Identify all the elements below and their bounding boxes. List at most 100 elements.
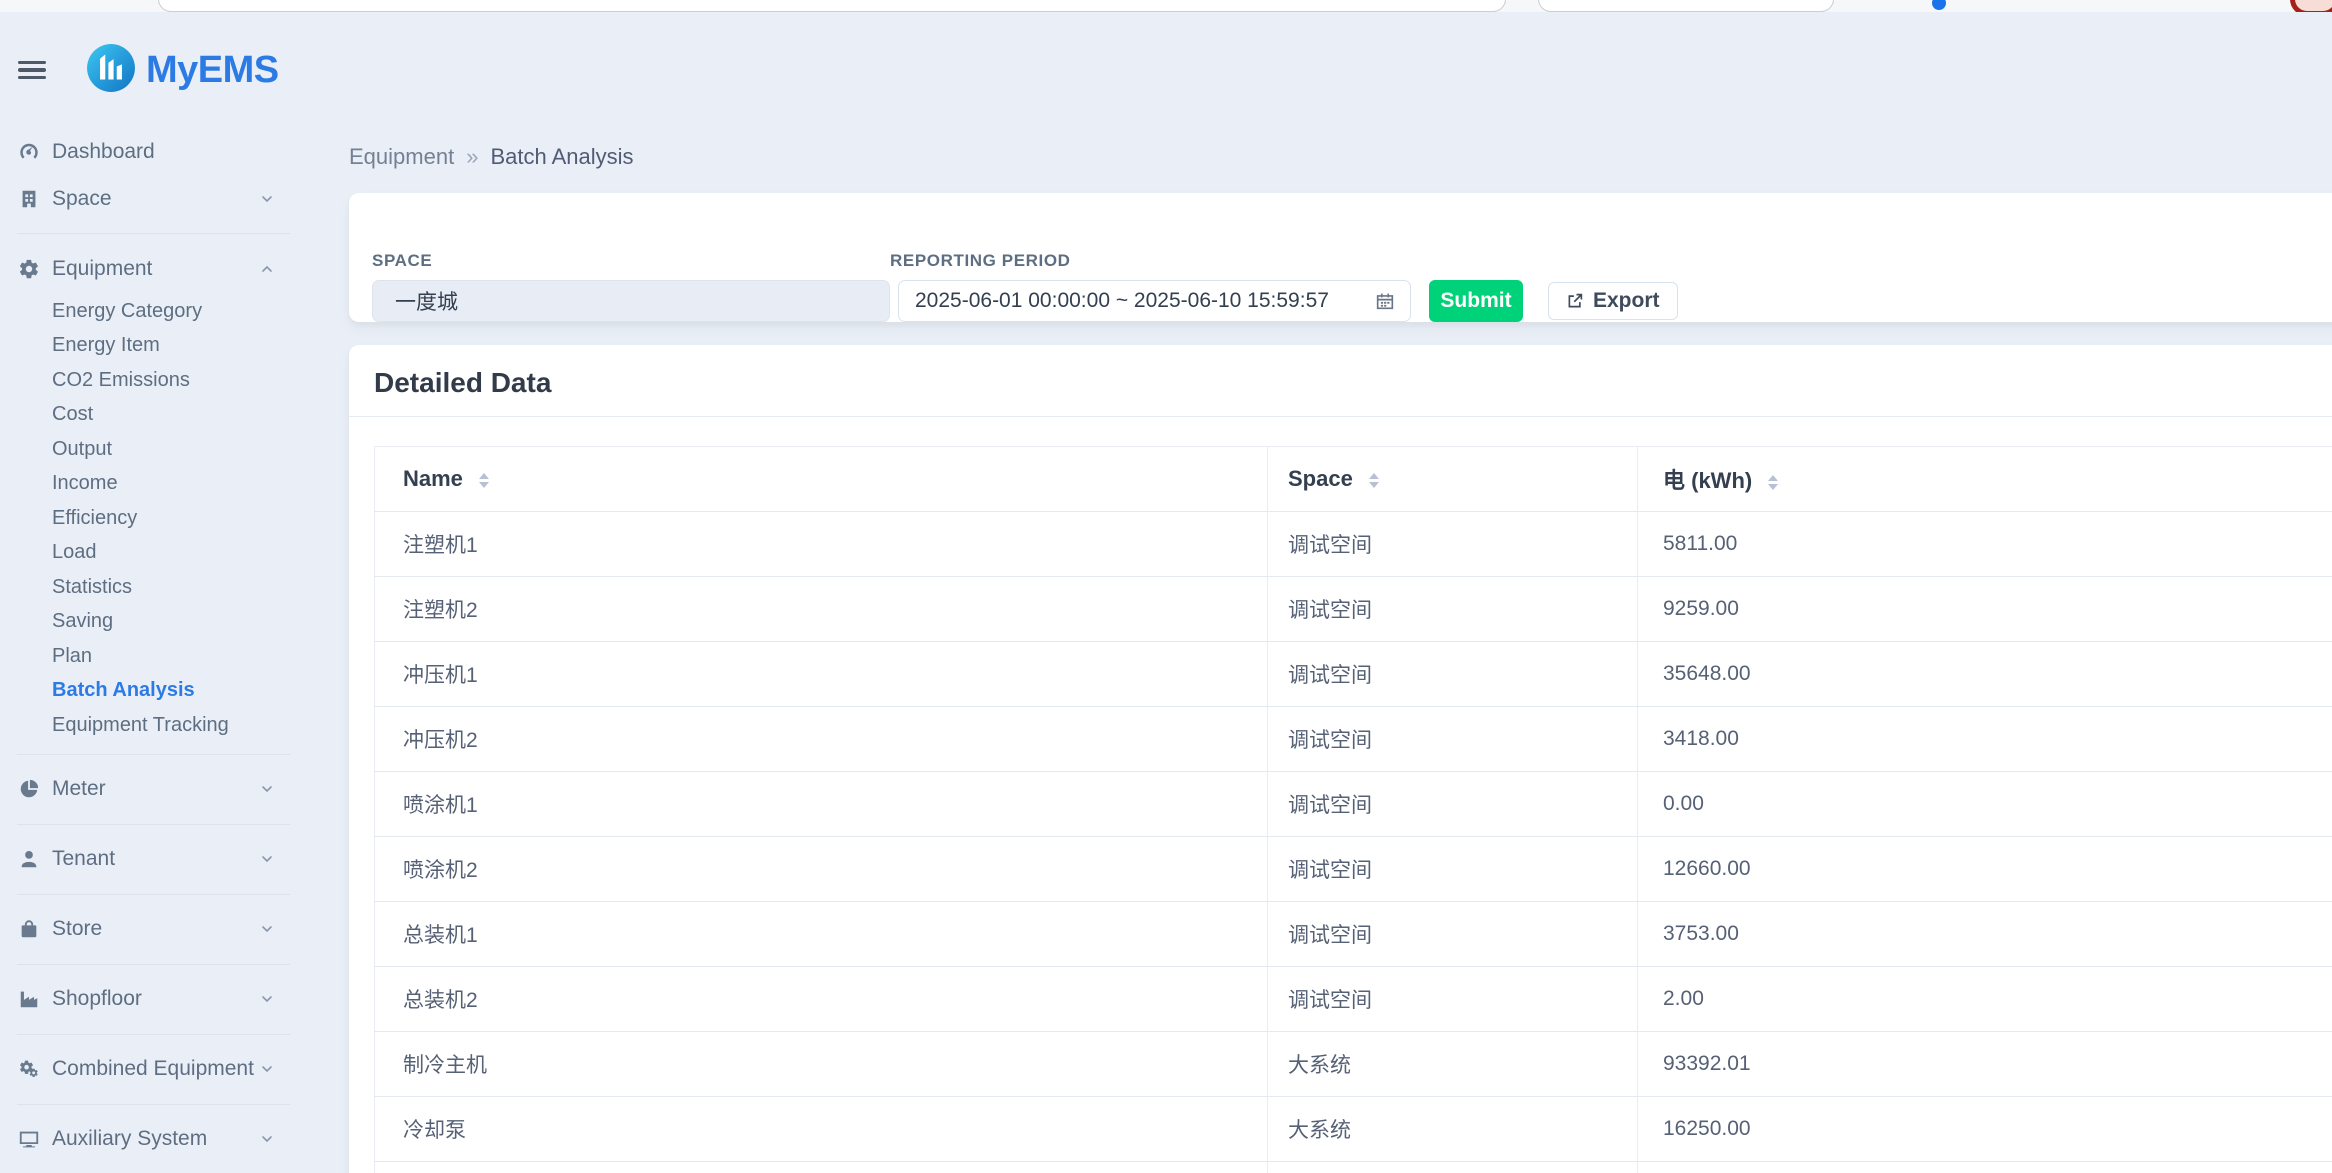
export-button[interactable]: Export — [1548, 282, 1678, 320]
cell-name: 总装机2 — [375, 967, 1268, 1032]
gears-icon — [18, 1058, 40, 1080]
sidebar-item-store[interactable]: Store — [0, 906, 300, 953]
export-icon — [1566, 292, 1584, 310]
table-row: 冲压机1 调试空间 35648.00 — [375, 642, 2332, 707]
sidebar-item-label: Space — [52, 187, 112, 211]
sidebar-item-space[interactable]: Space — [0, 175, 300, 222]
pie-chart-icon — [18, 778, 40, 800]
space-selector-value: 一度城 — [395, 286, 458, 316]
cell-kwh: 9259.00 — [1638, 577, 2332, 642]
chevron-down-icon — [259, 1131, 275, 1147]
submit-button[interactable]: Submit — [1429, 280, 1523, 322]
sidebar-divider — [17, 233, 290, 234]
cell-space: 大系统 — [1268, 1097, 1638, 1162]
sidebar-subitem-statistics[interactable]: Statistics — [0, 570, 300, 605]
sidebar-subitem-cost[interactable]: Cost — [0, 398, 300, 433]
sidebar-item-label: Combined Equipment — [52, 1057, 254, 1081]
column-header-name[interactable]: Name — [375, 447, 1268, 512]
chevron-down-icon — [259, 781, 275, 797]
brand-name: MyEMS — [146, 49, 279, 92]
hamburger-menu-button[interactable] — [18, 61, 46, 79]
table-row: 冷却泵 大系统 16250.00 — [375, 1097, 2332, 1162]
cell-kwh: 35648.00 — [1638, 642, 2332, 707]
sidebar-subitem-efficiency[interactable]: Efficiency — [0, 501, 300, 536]
sidebar-subitem-load[interactable]: Load — [0, 536, 300, 571]
cell-name: 喷涂机2 — [375, 837, 1268, 902]
breadcrumb-separator: » — [466, 144, 478, 170]
reporting-period-label: REPORTING PERIOD — [890, 251, 1411, 271]
sidebar-item-label: Tenant — [52, 847, 115, 871]
cell-kwh: 3753.00 — [1638, 902, 2332, 967]
table-row: 总装机2 调试空间 2.00 — [375, 967, 2332, 1032]
sidebar-divider — [17, 824, 290, 825]
sidebar-item-label: Auxiliary System — [52, 1127, 207, 1151]
sidebar-item-label: Equipment — [52, 257, 152, 281]
space-selector[interactable]: 一度城 — [372, 280, 890, 322]
browser-extension-icon[interactable] — [1932, 0, 1946, 10]
chevron-down-icon — [259, 851, 275, 867]
cell-space: 调试空间 — [1268, 642, 1638, 707]
sidebar-item-meter[interactable]: Meter — [0, 766, 300, 813]
sidebar-subitem-batch-analysis[interactable]: Batch Analysis — [0, 674, 300, 709]
breadcrumb-current: Batch Analysis — [490, 144, 633, 170]
chevron-down-icon — [259, 921, 275, 937]
query-panel: SPACE 一度城 REPORTING PERIOD 2025-06-01 00… — [349, 193, 2332, 322]
table-row: 注塑机2 调试空间 9259.00 — [375, 577, 2332, 642]
column-header-space[interactable]: Space — [1268, 447, 1638, 512]
sidebar-subitem-income[interactable]: Income — [0, 467, 300, 502]
sidebar-subitem-energy-item[interactable]: Energy Item — [0, 329, 300, 364]
cell-name: 冷却泵 — [375, 1097, 1268, 1162]
space-label: SPACE — [372, 251, 890, 271]
main-content: Equipment » Batch Analysis SPACE 一度城 REP… — [300, 12, 2332, 1173]
browser-search-box[interactable] — [1538, 0, 1834, 12]
sidebar-nav: Dashboard Space Equipment Energy Categor… — [0, 128, 300, 1173]
cell-kwh: 5811.00 — [1638, 512, 2332, 577]
sidebar-item-tenant[interactable]: Tenant — [0, 836, 300, 883]
sidebar-subitem-co2-emissions[interactable]: CO2 Emissions — [0, 363, 300, 398]
sidebar-item-label: Dashboard — [52, 140, 155, 164]
table-row: 冲压机2 调试空间 3418.00 — [375, 707, 2332, 772]
cell-kwh — [1638, 1162, 2332, 1173]
recording-indicator-icon — [2290, 0, 2332, 12]
sidebar-item-auxiliary-system[interactable]: Auxiliary System — [0, 1116, 300, 1163]
cell-name — [375, 1162, 1268, 1173]
cell-space: 调试空间 — [1268, 707, 1638, 772]
sidebar-header: MyEMS — [0, 40, 300, 100]
sidebar-subitem-energy-category[interactable]: Energy Category — [0, 294, 300, 329]
gauge-icon — [18, 141, 40, 163]
sidebar-divider — [17, 1104, 290, 1105]
cell-name: 总装机1 — [375, 902, 1268, 967]
detailed-data-title: Detailed Data — [374, 367, 2332, 399]
brand-logo[interactable]: MyEMS — [86, 43, 279, 98]
reporting-period-input[interactable]: 2025-06-01 00:00:00 ~ 2025-06-10 15:59:5… — [898, 280, 1411, 322]
cell-space: 调试空间 — [1268, 577, 1638, 642]
export-button-label: Export — [1593, 289, 1660, 313]
breadcrumb-equipment[interactable]: Equipment — [349, 144, 454, 170]
sidebar-divider — [17, 1034, 290, 1035]
sidebar-subitem-equipment-tracking[interactable]: Equipment Tracking — [0, 708, 300, 743]
table-row: 总装机1 调试空间 3753.00 — [375, 902, 2332, 967]
table-row — [375, 1162, 2332, 1173]
sidebar-item-equipment[interactable]: Equipment — [0, 245, 300, 292]
shopping-bag-icon — [18, 918, 40, 940]
reporting-period-form-group: REPORTING PERIOD 2025-06-01 00:00:00 ~ 2… — [890, 251, 1411, 322]
cell-kwh: 16250.00 — [1638, 1097, 2332, 1162]
sidebar-subitem-plan[interactable]: Plan — [0, 639, 300, 674]
chevron-down-icon — [259, 191, 275, 207]
space-form-group: SPACE 一度城 — [372, 251, 890, 322]
column-header-electricity-kwh[interactable]: 电 (kWh) — [1638, 447, 2332, 512]
equipment-submenu: Energy Category Energy Item CO2 Emission… — [0, 294, 300, 743]
sidebar-subitem-output[interactable]: Output — [0, 432, 300, 467]
cell-space: 调试空间 — [1268, 772, 1638, 837]
browser-address-bar[interactable] — [158, 0, 1506, 12]
reporting-period-value: 2025-06-01 00:00:00 ~ 2025-06-10 15:59:5… — [915, 289, 1329, 313]
sidebar-subitem-saving[interactable]: Saving — [0, 605, 300, 640]
sidebar-item-shopfloor[interactable]: Shopfloor — [0, 976, 300, 1023]
sidebar-item-combined-equipment[interactable]: Combined Equipment — [0, 1046, 300, 1093]
cell-kwh: 3418.00 — [1638, 707, 2332, 772]
cell-name: 冲压机2 — [375, 707, 1268, 772]
cell-name: 冲压机1 — [375, 642, 1268, 707]
cell-space: 大系统 — [1268, 1032, 1638, 1097]
user-icon — [18, 848, 40, 870]
sidebar-item-dashboard[interactable]: Dashboard — [0, 128, 300, 175]
